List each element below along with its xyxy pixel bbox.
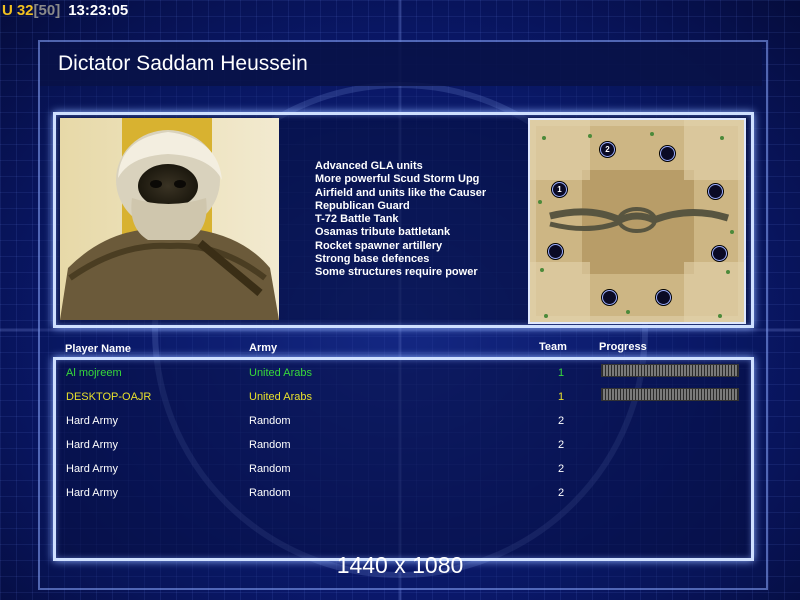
player-army: Random xyxy=(249,439,291,451)
player-name: Hard Army xyxy=(66,439,118,451)
tree-marker xyxy=(540,268,544,272)
feature-item: Osamas tribute battletank xyxy=(315,226,451,239)
player-team: 2 xyxy=(558,415,565,427)
tree-marker xyxy=(542,136,546,140)
feature-item: T-72 Battle Tank xyxy=(315,213,399,226)
progress-bar xyxy=(601,364,739,377)
start-position-2: 2 xyxy=(600,142,615,157)
tree-marker xyxy=(718,314,722,318)
feature-item: More powerful Scud Storm Upg xyxy=(315,173,480,186)
player-army: Random xyxy=(249,487,291,499)
header-player-name: Player Name xyxy=(65,343,132,355)
player-name: DESKTOP-OAJR xyxy=(66,391,152,403)
hud-clock: 13:23:05 xyxy=(68,1,129,19)
resolution-label: 1440 x 1080 xyxy=(336,552,464,578)
player-team: 2 xyxy=(558,439,565,451)
player-name: Hard Army xyxy=(66,463,118,475)
start-position xyxy=(660,146,675,161)
header-progress: Progress xyxy=(599,341,647,353)
minimap: 2 1 xyxy=(528,118,746,324)
hud-prefix: U xyxy=(2,1,13,19)
start-position-1: 1 xyxy=(552,182,567,197)
player-row: Hard Army Random 2 xyxy=(0,415,800,439)
general-portrait xyxy=(60,118,279,320)
tree-marker xyxy=(538,200,542,204)
feature-item: Advanced GLA units xyxy=(315,160,423,172)
player-army: Random xyxy=(249,463,291,475)
player-team: 1 xyxy=(558,367,565,379)
tree-marker xyxy=(730,230,734,234)
player-row: Hard Army Random 2 xyxy=(0,463,800,487)
header-army: Army xyxy=(249,342,278,354)
player-team: 2 xyxy=(558,463,565,475)
start-position xyxy=(712,246,727,261)
start-position xyxy=(708,184,723,199)
player-team: 1 xyxy=(558,391,565,403)
player-row: DESKTOP-OAJR United Arabs 1 xyxy=(0,388,800,415)
player-army: Random xyxy=(249,415,291,427)
header-team: Team xyxy=(539,341,567,353)
player-name: Al mojreem xyxy=(66,367,122,379)
start-position xyxy=(656,290,671,305)
feature-item: Airfield and units like the Causer xyxy=(315,186,487,199)
page-title: Dictator Saddam Heussein xyxy=(58,52,308,75)
tree-marker xyxy=(726,270,730,274)
player-name: Hard Army xyxy=(66,487,118,499)
hud-level: 32 xyxy=(16,1,34,19)
start-position xyxy=(602,290,617,305)
player-row: Hard Army Random 2 xyxy=(0,439,800,463)
tree-marker xyxy=(544,314,548,318)
feature-item: Some structures require power xyxy=(315,266,478,279)
start-position xyxy=(548,244,563,259)
tree-marker xyxy=(720,136,724,140)
feature-item: Rocket spawner artillery xyxy=(315,239,443,252)
feature-list: Advanced GLA units More powerful Scud St… xyxy=(315,160,486,280)
top-hud: U 32[50] 13:23:05 xyxy=(0,0,128,20)
progress-bar xyxy=(601,388,739,401)
player-team: 2 xyxy=(558,487,565,499)
tree-marker xyxy=(588,134,592,138)
feature-item: Republican Guard xyxy=(315,199,410,212)
tree-marker xyxy=(626,310,630,314)
player-army: United Arabs xyxy=(249,391,312,403)
hud-max-level: [50] xyxy=(33,1,61,19)
player-army: United Arabs xyxy=(249,367,312,379)
feature-item: Strong base defences xyxy=(315,253,430,266)
player-row: Hard Army Random 2 xyxy=(0,487,800,511)
player-name: Hard Army xyxy=(66,415,118,427)
tree-marker xyxy=(650,132,654,136)
